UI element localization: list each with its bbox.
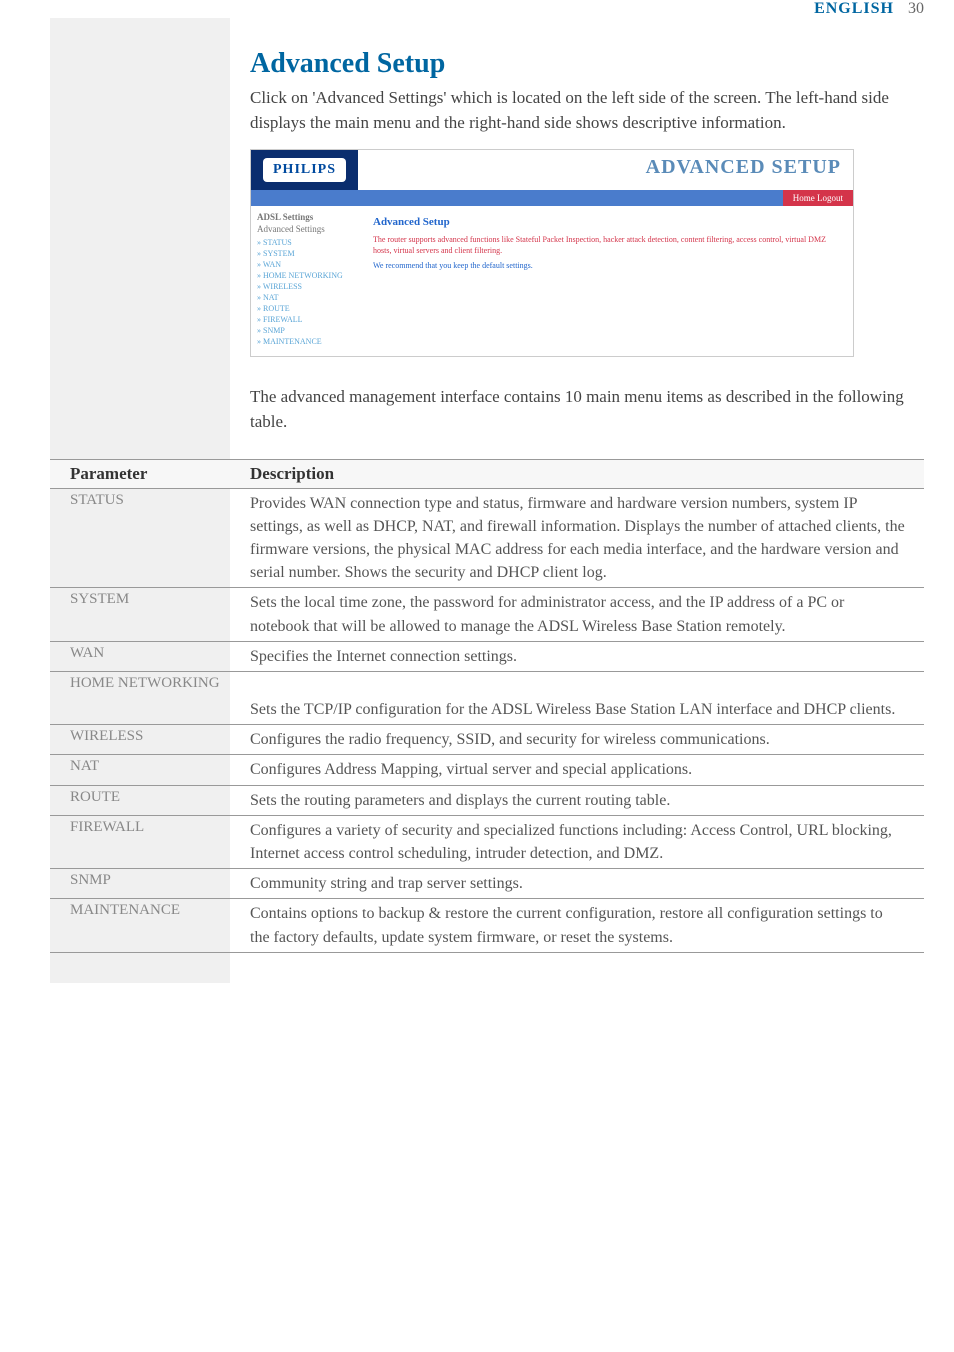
screenshot-nav-item: » STATUS — [257, 238, 355, 247]
screenshot-logo-cell: PHILIPS — [251, 150, 358, 190]
desc-text: Sets the TCP/IP configuration for the AD… — [250, 701, 895, 718]
parameters-table: Parameter Description STATUS Provides WA… — [50, 459, 924, 953]
content-column: Advanced Setup Click on 'Advanced Settin… — [230, 18, 954, 983]
page-number: 30 — [908, 0, 924, 18]
screenshot-nav-item: » MAINTENANCE — [257, 337, 355, 346]
table-row: STATUS Provides WAN connection type and … — [50, 489, 924, 589]
table-row: MAINTENANCE Contains options to backup &… — [50, 899, 924, 952]
desc-cell: Specifies the Internet connection settin… — [250, 642, 924, 671]
desc-cell: Provides WAN connection type and status,… — [250, 489, 924, 588]
screenshot-nav: ADSL Settings Advanced Settings » STATUS… — [251, 206, 361, 356]
param-cell: ROUTE — [50, 786, 250, 815]
screenshot-nav-item: » SYSTEM — [257, 249, 355, 258]
philips-logo: PHILIPS — [263, 158, 346, 182]
screenshot-home-logout: Home Logout — [783, 190, 853, 206]
table-header-description: Description — [250, 460, 924, 488]
screenshot-nav-heading-2: Advanced Settings — [257, 224, 355, 234]
desc-cell: Configures the radio frequency, SSID, an… — [250, 725, 924, 754]
screenshot-nav-heading-1: ADSL Settings — [257, 212, 355, 222]
embedded-screenshot: PHILIPS ADVANCED SETUP Home Logout ADSL … — [250, 149, 854, 357]
desc-cell: Sets the routing parameters and displays… — [250, 786, 924, 815]
table-row: WAN Specifies the Internet connection se… — [50, 642, 924, 672]
left-margin — [0, 18, 50, 983]
screenshot-nav-item: » FIREWALL — [257, 315, 355, 324]
param-cell: HOME NETWORKING — [50, 672, 250, 724]
screenshot-nav-item: » NAT — [257, 293, 355, 302]
desc-cell: Configures a variety of security and spe… — [250, 816, 924, 868]
screenshot-banner-title: ADVANCED SETUP — [646, 156, 841, 178]
param-cell: STATUS — [50, 489, 250, 588]
param-cell: FIREWALL — [50, 816, 250, 868]
param-cell: WAN — [50, 642, 250, 671]
table-row: HOME NETWORKING Sets the TCP/IP configur… — [50, 672, 924, 725]
language-label: ENGLISH — [814, 0, 894, 18]
desc-cell: Sets the TCP/IP configuration for the AD… — [250, 672, 924, 724]
screenshot-main: Advanced Setup The router supports advan… — [361, 206, 853, 356]
table-row: NAT Configures Address Mapping, virtual … — [50, 755, 924, 785]
desc-cell: Sets the local time zone, the password f… — [250, 588, 924, 640]
page-title: Advanced Setup — [250, 48, 924, 80]
page-body: Advanced Setup Click on 'Advanced Settin… — [0, 18, 954, 983]
table-row: SYSTEM Sets the local time zone, the pas… — [50, 588, 924, 641]
screenshot-top-bar: Home Logout — [251, 190, 853, 206]
table-header-row: Parameter Description — [50, 459, 924, 489]
param-text: HOME NETWORKING — [70, 675, 250, 692]
intro-paragraph: Click on 'Advanced Settings' which is lo… — [250, 86, 924, 135]
param-cell: NAT — [50, 755, 250, 784]
screenshot-main-heading: Advanced Setup — [373, 216, 841, 228]
param-cell: MAINTENANCE — [50, 899, 250, 951]
table-row: FIREWALL Configures a variety of securit… — [50, 816, 924, 869]
param-cell: SNMP — [50, 869, 250, 898]
desc-cell: Contains options to backup & restore the… — [250, 899, 924, 951]
table-row: SNMP Community string and trap server se… — [50, 869, 924, 899]
screenshot-main-p1: The router supports advanced functions l… — [373, 234, 841, 256]
table-row: ROUTE Sets the routing parameters and di… — [50, 786, 924, 816]
param-cell: WIRELESS — [50, 725, 250, 754]
param-cell: SYSTEM — [50, 588, 250, 640]
page-header: ENGLISH 30 — [0, 0, 954, 18]
screenshot-nav-item: » ROUTE — [257, 304, 355, 313]
table-row: WIRELESS Configures the radio frequency,… — [50, 725, 924, 755]
screenshot-nav-item: » WAN — [257, 260, 355, 269]
screenshot-nav-item: » HOME NETWORKING — [257, 271, 355, 280]
desc-cell: Configures Address Mapping, virtual serv… — [250, 755, 924, 784]
table-header-parameter: Parameter — [50, 460, 250, 488]
mid-paragraph: The advanced management interface contai… — [250, 385, 924, 434]
desc-cell: Community string and trap server setting… — [250, 869, 924, 898]
screenshot-nav-item: » SNMP — [257, 326, 355, 335]
screenshot-nav-item: » WIRELESS — [257, 282, 355, 291]
screenshot-main-p2: We recommend that you keep the default s… — [373, 261, 841, 270]
